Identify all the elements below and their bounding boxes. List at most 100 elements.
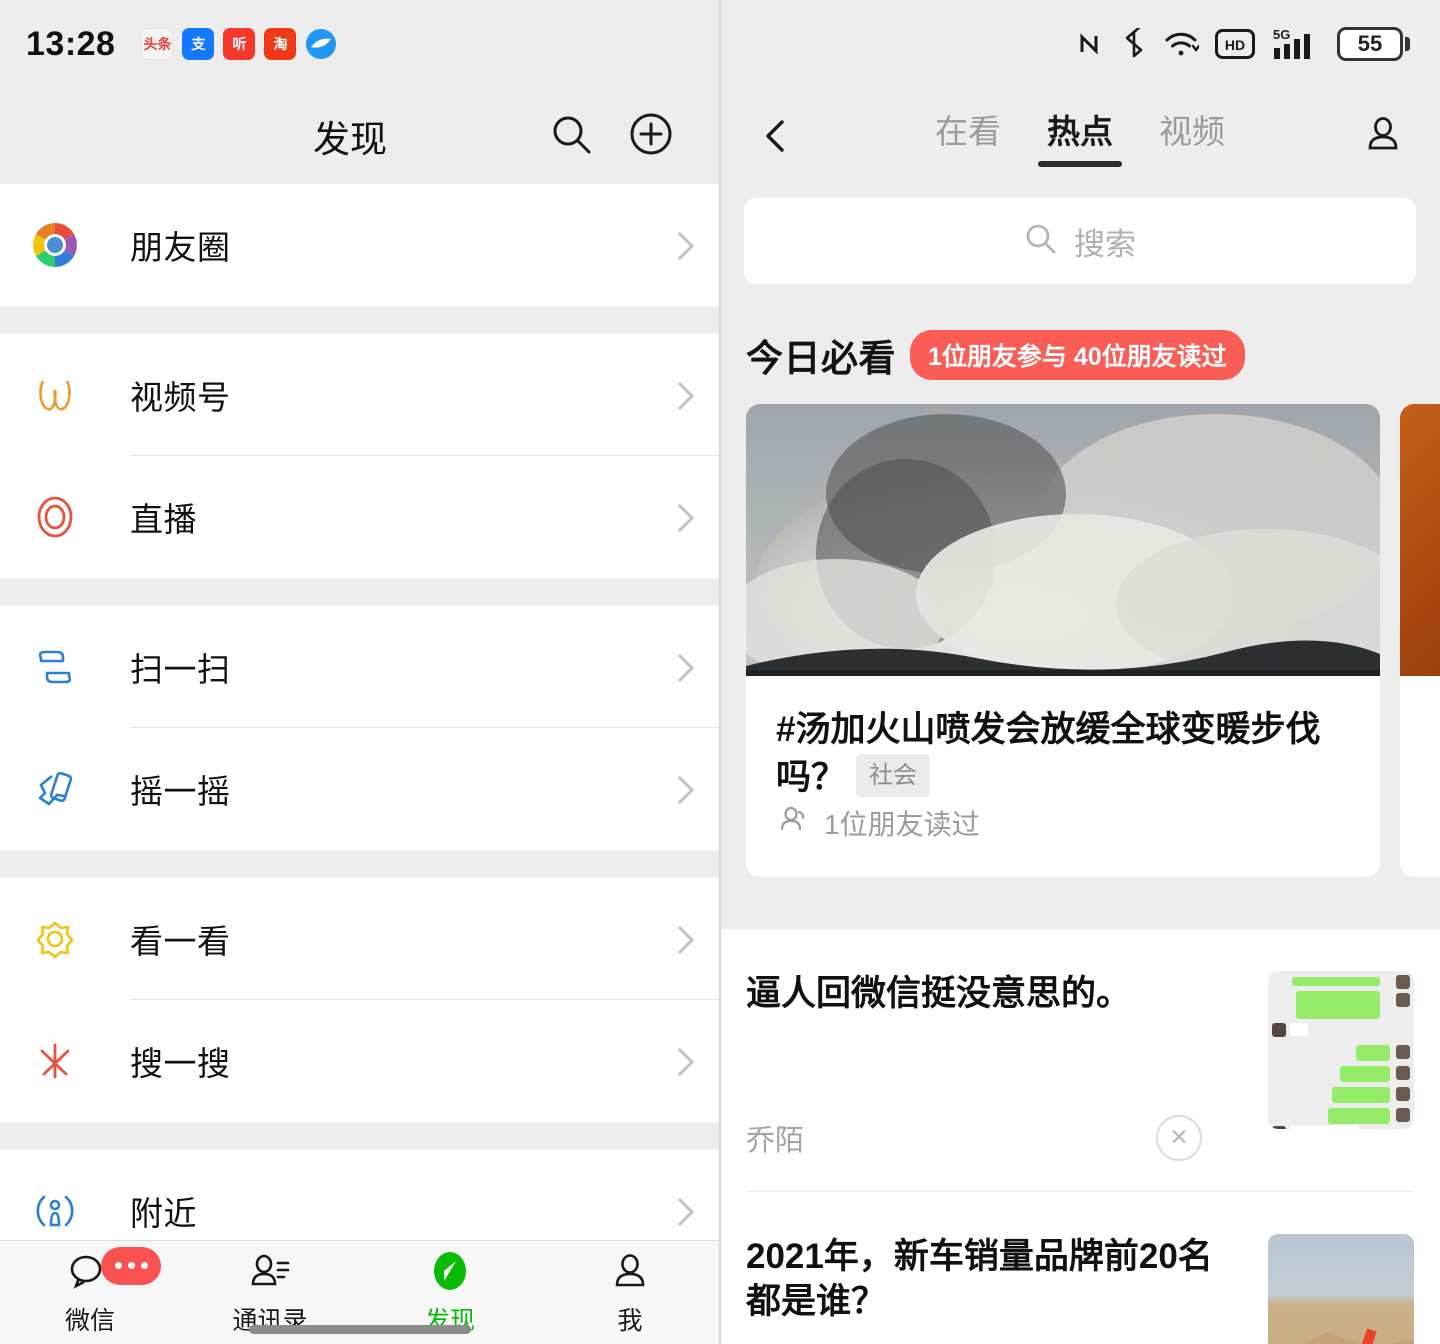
discover-group-4: 看一看 搜一搜 — [0, 878, 720, 1122]
tab-video[interactable]: 视频 — [1159, 105, 1225, 167]
battery-cap — [1405, 37, 1410, 51]
tab-me[interactable]: 我 — [540, 1249, 720, 1337]
content-tabs: 在看 热点 视频 — [806, 105, 1354, 167]
person-icon[interactable] — [1354, 107, 1412, 165]
close-icon[interactable]: ✕ — [1156, 1115, 1202, 1161]
discover-list: 朋友圈 视频号 — [0, 184, 720, 1240]
svg-text:HD: HD — [1225, 37, 1245, 53]
sidebar-item-search[interactable]: 搜一搜 — [0, 1000, 720, 1122]
discover-group-5: 附近 — [0, 1150, 720, 1240]
chevron-right-icon — [668, 1048, 694, 1074]
profile-icon — [607, 1249, 653, 1295]
discover-compass-icon — [427, 1249, 473, 1295]
next-card-image — [1400, 404, 1440, 676]
search-icon[interactable] — [548, 111, 594, 162]
sidebar-item-nearby[interactable]: 附近 — [0, 1150, 720, 1240]
home-indicator — [249, 1325, 471, 1334]
discover-group-1: 朋友圈 — [0, 184, 720, 306]
list-item[interactable]: 2021年，新车销量品牌前20名都是谁？ 公里 — [746, 1192, 1414, 1344]
toutiao-app-icon: 头条 — [141, 28, 173, 60]
featured-card-next[interactable] — [1400, 404, 1440, 877]
chevron-left-icon[interactable] — [748, 107, 806, 165]
section-header: 今日必看 1位朋友参与 40位朋友读过 — [720, 284, 1440, 404]
search-star-icon — [26, 1032, 84, 1090]
nfc-icon — [1073, 28, 1105, 60]
sidebar-item-label: 扫一扫 — [130, 643, 662, 691]
article-text-column: 逼人回微信挺没意思的。 乔陌 ✕ — [746, 971, 1242, 1161]
tab-contacts[interactable]: 通讯录 — [180, 1249, 360, 1337]
5g-signal-icon: 5G — [1271, 26, 1321, 62]
article-author: 乔陌 — [746, 1117, 804, 1159]
shake-icon — [26, 760, 84, 818]
featured-card-footer: 1位朋友读过 — [746, 803, 1380, 877]
sidebar-item-scan[interactable]: 扫一扫 — [0, 606, 720, 728]
featured-card[interactable]: #汤加火山喷发会放缓全球变暖步伐吗？社会 1位朋友读过 — [746, 404, 1380, 877]
chat-icon — [67, 1249, 113, 1295]
sidebar-item-moments[interactable]: 朋友圈 — [0, 184, 720, 306]
search-input[interactable]: 搜索 — [744, 198, 1416, 284]
search-icon — [1024, 222, 1058, 261]
volcano-eruption-photo — [746, 404, 1380, 676]
top-stories-pane: HD 5G 55 — [720, 0, 1440, 1344]
sidebar-item-label: 附近 — [130, 1187, 662, 1235]
sidebar-item-label: 视频号 — [130, 371, 662, 419]
search-placeholder: 搜索 — [1074, 219, 1136, 264]
article-list: 逼人回微信挺没意思的。 乔陌 ✕ — [720, 929, 1440, 1344]
friends-icon — [776, 803, 810, 842]
list-item[interactable]: 逼人回微信挺没意思的。 乔陌 ✕ — [746, 929, 1414, 1191]
discover-navbar: 发现 — [0, 88, 720, 184]
top-stories-navbar: 在看 热点 视频 — [720, 88, 1440, 184]
chevron-right-icon — [668, 504, 694, 530]
featured-card-readers: 1位朋友读过 — [824, 803, 980, 843]
sidebar-item-live[interactable]: 直播 — [0, 456, 720, 578]
hd-icon: HD — [1215, 29, 1255, 59]
feed-scroll[interactable]: 今日必看 1位朋友参与 40位朋友读过 — [720, 284, 1440, 1344]
group-divider — [0, 578, 720, 606]
group-divider — [0, 1122, 720, 1150]
tab-watching[interactable]: 在看 — [935, 105, 1001, 167]
group-divider — [0, 850, 720, 878]
ting-app-icon: 听 — [223, 28, 255, 60]
tab-discover[interactable]: 发现 — [360, 1249, 540, 1337]
chevron-right-icon — [668, 654, 694, 680]
discover-group-2: 视频号 直播 — [0, 334, 720, 578]
featured-cards-carousel[interactable]: #汤加火山喷发会放缓全球变暖步伐吗？社会 1位朋友读过 — [720, 404, 1440, 877]
tab-wechat[interactable]: 微信 — [0, 1249, 180, 1337]
nearby-icon — [26, 1182, 84, 1240]
tab-hot[interactable]: 热点 — [1047, 105, 1113, 167]
status-app-icons: 头条 支 听 淘 — [141, 28, 337, 60]
chat-thumbnail-graphic — [1268, 971, 1414, 1129]
taobao-app-icon: 淘 — [264, 28, 296, 60]
browser-app-icon — [305, 28, 337, 60]
sidebar-item-channels[interactable]: 视频号 — [0, 334, 720, 456]
article-meta: 乔陌 ✕ — [746, 1069, 1242, 1161]
page-title: 发现 — [22, 109, 548, 163]
sidebar-item-top-stories[interactable]: 看一看 — [0, 878, 720, 1000]
dual-pane-screenshot: 13:28 头条 支 听 淘 发现 — [0, 0, 1440, 1344]
chevron-right-icon — [668, 776, 694, 802]
wechat-chat-screenshot — [1268, 971, 1414, 1129]
moments-icon — [26, 216, 84, 274]
red-slash-graphic — [1354, 1328, 1377, 1344]
dune-shape — [1268, 1319, 1414, 1344]
chevron-right-icon — [668, 926, 694, 952]
wifi-icon — [1163, 28, 1199, 60]
chevron-right-icon — [668, 1198, 694, 1224]
top-stories-icon — [26, 910, 84, 968]
sidebar-item-label: 直播 — [130, 493, 662, 541]
tab-label: 我 — [617, 1301, 642, 1337]
sidebar-item-label: 搜一搜 — [130, 1037, 662, 1085]
status-time: 13:28 — [26, 25, 115, 64]
battery-level: 55 — [1337, 27, 1403, 61]
sidebar-item-shake[interactable]: 摇一摇 — [0, 728, 720, 850]
friends-activity-badge: 1位朋友参与 40位朋友读过 — [910, 330, 1245, 380]
navbar-actions — [548, 111, 698, 162]
plus-circle-icon[interactable] — [628, 111, 674, 162]
contacts-icon — [247, 1249, 293, 1295]
group-divider — [0, 306, 720, 334]
alipay-app-icon: 支 — [182, 28, 214, 60]
discover-group-3: 扫一扫 摇一摇 — [0, 606, 720, 850]
status-bar-left: 13:28 头条 支 听 淘 — [0, 0, 720, 88]
featured-card-title: #汤加火山喷发会放缓全球变暖步伐吗？社会 — [776, 706, 1350, 803]
bluetooth-icon — [1121, 28, 1147, 60]
